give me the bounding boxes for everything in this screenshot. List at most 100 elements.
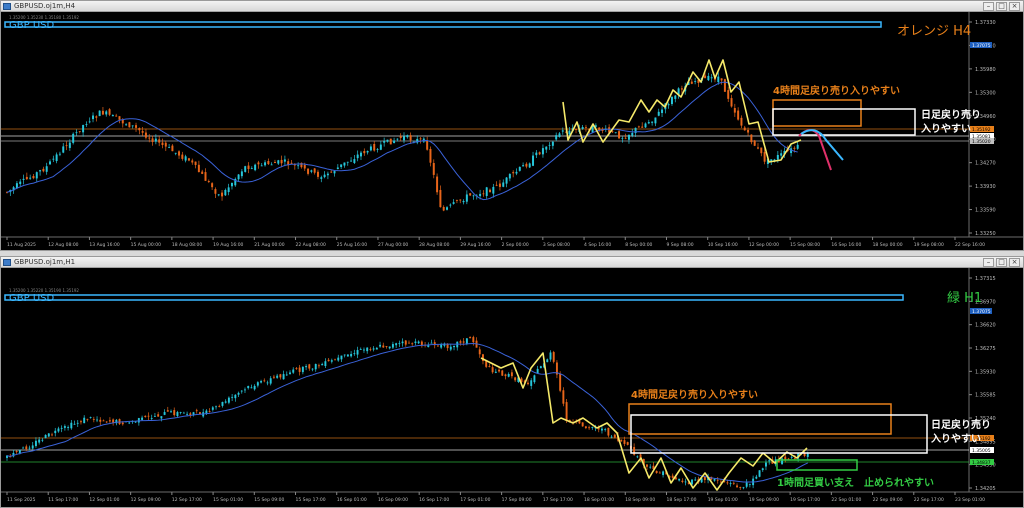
candle-body (429, 148, 432, 163)
candle-body (479, 193, 482, 197)
candle-body (396, 138, 399, 140)
candle-body (141, 417, 144, 420)
time-tick-label: 15 Sep 09:00 (254, 497, 284, 503)
candle-body (678, 478, 681, 481)
candle-body (343, 354, 346, 356)
candle-body (28, 447, 31, 449)
chart-window-h4[interactable]: GBPUSD.oj1m,H4 – □ × 1.373301.366701.359… (0, 0, 1024, 251)
daily-resistance-label-2: 入りやすい (921, 123, 971, 135)
candle-body (161, 142, 164, 145)
candle-body (29, 177, 32, 179)
candle-body (80, 421, 82, 423)
candle-body (54, 430, 57, 434)
candle-body (134, 421, 137, 423)
candle-body (240, 390, 243, 392)
candle-body (743, 127, 746, 131)
candle-body (170, 411, 172, 413)
candle-body (713, 479, 716, 481)
current-price-label: 1.35005 (972, 448, 991, 454)
daily-resistance-box (772, 108, 916, 136)
candle-body (279, 374, 282, 378)
candle-body (684, 481, 687, 483)
candle-body (137, 418, 140, 423)
candle-body (218, 406, 221, 407)
candle-body (221, 401, 224, 406)
chart-window-icon (3, 259, 11, 266)
candle-body (289, 372, 291, 375)
candle-body (336, 167, 339, 170)
candle-body (337, 357, 340, 361)
candle-body (324, 361, 327, 367)
candle-body (393, 140, 396, 144)
close-icon[interactable]: × (1009, 258, 1020, 267)
candle-body (729, 483, 732, 485)
time-tick-label: 2 Sep 00:00 (502, 242, 529, 248)
candle-body (330, 360, 333, 362)
candle-body (562, 390, 565, 404)
h4-resistance-box (772, 99, 862, 127)
candle-body (366, 347, 369, 352)
candle-body (591, 427, 594, 428)
candle-body (621, 137, 624, 139)
price-chart-h1[interactable]: 1.373151.369701.366201.362751.359301.355… (1, 268, 1023, 507)
candle-body (160, 416, 163, 419)
candle-body (277, 160, 280, 164)
minimize-icon[interactable]: – (983, 2, 994, 11)
candle-body (147, 415, 150, 417)
price-chart-h4[interactable]: 1.373301.366701.359801.353001.349601.346… (1, 12, 1023, 250)
candle-body (207, 181, 210, 183)
candle-body (52, 158, 55, 160)
candle-body (763, 152, 766, 162)
candle-body (568, 130, 571, 135)
candle-body (522, 165, 525, 167)
maximize-icon[interactable]: □ (996, 258, 1007, 267)
candle-body (726, 482, 729, 484)
time-tick-label: 12 Sep 01:00 (89, 497, 119, 503)
close-icon[interactable]: × (1009, 2, 1020, 11)
candle-body (494, 371, 497, 373)
candle-body (636, 456, 639, 458)
window-titlebar[interactable]: GBPUSD.oj1m,H4 – □ × (1, 1, 1023, 12)
candle-body (282, 374, 285, 380)
time-tick-label: 22 Sep 16:00 (955, 242, 985, 248)
candle-body (150, 418, 153, 419)
h4-resistance-label: 4時間足戻り売り入りやすい (773, 84, 900, 97)
candle-body (49, 161, 52, 165)
candle-body (305, 366, 308, 368)
candle-body (651, 121, 654, 123)
top-price-label: 1.37075 (972, 43, 991, 49)
candle-body (548, 144, 551, 146)
minimize-icon[interactable]: – (983, 258, 994, 267)
candle-body (432, 163, 435, 175)
candle-body (761, 468, 764, 471)
candle-body (214, 189, 217, 194)
time-tick-label: 11 Aug 2025 (7, 242, 36, 248)
candle-body (250, 168, 253, 170)
candle-body (535, 152, 538, 156)
chart-window-h1[interactable]: GBPUSD.oj1m,H1 – □ × 1.37315 1.36970 1.366… (0, 256, 1024, 508)
candle-body (343, 162, 346, 166)
maximize-icon[interactable]: □ (996, 2, 1007, 11)
candle-body (510, 372, 513, 377)
candle-body (671, 475, 674, 478)
candle-body (72, 133, 75, 143)
time-tick-label: 17 Sep 01:00 (460, 497, 490, 503)
candle-body (88, 121, 91, 123)
candle-body (15, 451, 18, 452)
candle-body (42, 168, 45, 172)
candle-body (92, 419, 95, 420)
candle-body (465, 338, 468, 344)
candle-body (637, 126, 640, 128)
time-tick-label: 12 Sep 17:00 (172, 497, 202, 503)
candle-body (25, 176, 28, 180)
candle-body (739, 487, 742, 488)
candle-body (39, 170, 42, 172)
candle-body (465, 194, 468, 202)
candle-body (356, 154, 359, 159)
window-titlebar[interactable]: GBPUSD.oj1m,H1 – □ × (1, 257, 1023, 268)
candle-body (796, 144, 799, 149)
candle-body (626, 442, 629, 445)
candle-body (558, 133, 561, 137)
candle-body (67, 427, 70, 428)
time-tick-label: 28 Aug 08:00 (419, 242, 449, 248)
